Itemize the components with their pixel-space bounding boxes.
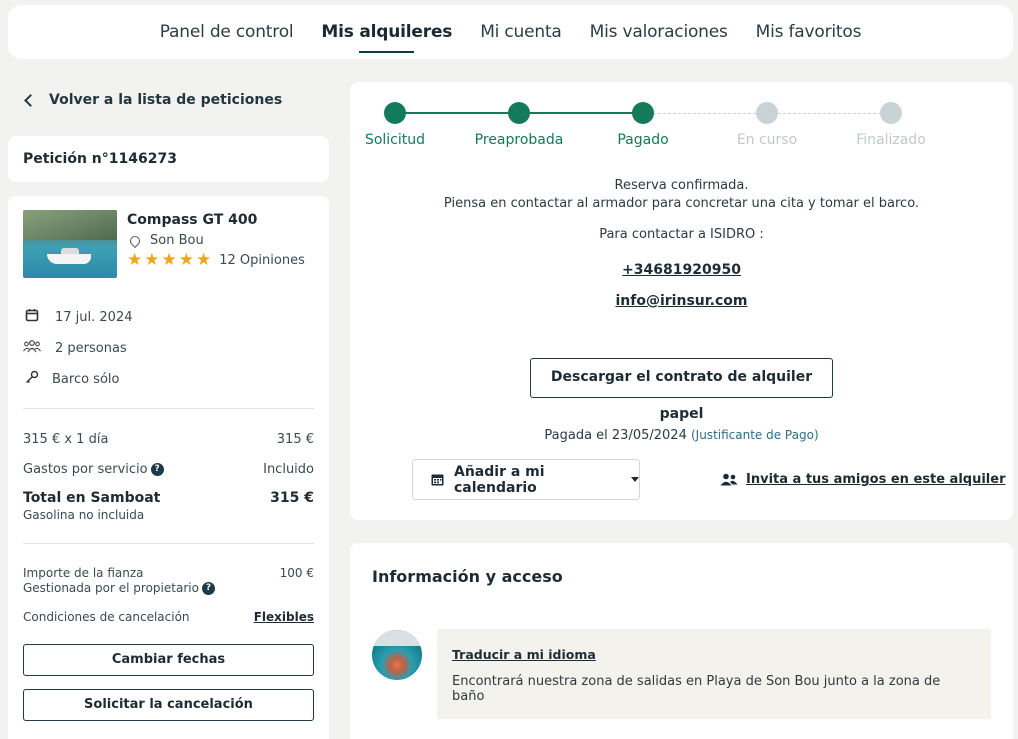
- service-fee-label: Gastos por servicio: [23, 462, 148, 477]
- booking-status-card: Solicitud Preaprobada Pagado En curso Fi…: [350, 82, 1013, 520]
- calendar-icon: [23, 308, 41, 326]
- step-solicitud-label: Solicitud: [364, 132, 426, 148]
- total-line: Total en Samboat 315 €: [23, 490, 314, 506]
- tab-panel-de-control[interactable]: Panel de control: [160, 18, 294, 46]
- step-en-curso-label: En curso: [736, 132, 798, 148]
- reviews-count[interactable]: 12 Opiniones: [219, 253, 305, 268]
- people-icon: [23, 339, 41, 357]
- request-cancellation-button[interactable]: Solicitar la cancelación: [23, 689, 314, 721]
- star-icon: ★: [196, 250, 212, 270]
- deposit-value: 100 €: [279, 566, 314, 580]
- owner-email-link[interactable]: info@irinsur.com: [616, 293, 748, 309]
- contact-hint: Piensa en contactar al armador para conc…: [443, 196, 920, 211]
- booking-people: 2 personas: [23, 339, 314, 357]
- request-number: Petición n°1146273: [23, 151, 177, 167]
- help-icon[interactable]: ?: [201, 582, 215, 595]
- change-dates-button[interactable]: Cambiar fechas: [23, 644, 314, 676]
- star-icon: ★: [127, 250, 143, 270]
- step-pagado-label: Pagado: [617, 132, 669, 148]
- contact-owner-label: Para contactar a ISIDRO :: [599, 227, 764, 242]
- location-pin-icon: [127, 233, 143, 248]
- boat-location-text: Son Bou: [150, 233, 204, 248]
- total-value: 315 €: [270, 490, 314, 506]
- deposit-sub: Gestionada por el propietario: [23, 581, 199, 595]
- top-nav: Panel de control Mis alquileres Mi cuent…: [8, 5, 1013, 59]
- add-to-calendar-label: Añadir a mi calendario: [454, 463, 545, 496]
- star-icon: ★: [144, 250, 160, 270]
- cancellation-conditions: Condiciones de cancelación Flexibles: [23, 610, 314, 624]
- payment-info: Pagada el 23/05/2024 (Justificante de Pa…: [350, 428, 1013, 443]
- cancellation-label: Condiciones de cancelación: [23, 610, 190, 624]
- step-finalizado-label: Finalizado: [856, 132, 926, 148]
- translate-link[interactable]: Traducir a mi idioma: [452, 647, 976, 662]
- users-icon: [720, 473, 738, 486]
- step-preaprobada-label: Preaprobada: [474, 132, 564, 148]
- tab-mis-favoritos[interactable]: Mis favoritos: [756, 18, 862, 46]
- owner-phone-link[interactable]: +34681920950: [622, 262, 741, 278]
- paid-date: Pagada el 23/05/2024: [544, 428, 687, 443]
- fuel-note: Gasolina no incluida: [23, 508, 145, 522]
- request-number-card: Petición n°1146273: [8, 136, 329, 182]
- service-fee-line: Gastos por servicio? Incluido: [23, 462, 314, 477]
- boat-location: Son Bou: [127, 233, 305, 248]
- tab-mis-alquileres[interactable]: Mis alquileres: [321, 18, 452, 53]
- service-fee-value: Incluido: [263, 462, 314, 477]
- info-access-title: Información y acceso: [372, 567, 563, 586]
- booking-mode: Barco sólo: [23, 370, 314, 388]
- back-link-label: Volver a la lista de peticiones: [49, 92, 283, 108]
- price-line-value: 315 €: [276, 432, 314, 447]
- star-icon: ★: [178, 250, 194, 270]
- step-pagado-dot: [632, 102, 654, 124]
- tab-mi-cuenta[interactable]: Mi cuenta: [480, 18, 562, 46]
- boat-photo[interactable]: [23, 210, 117, 278]
- tab-mis-valoraciones[interactable]: Mis valoraciones: [590, 18, 728, 46]
- step-en-curso-dot: [756, 102, 778, 124]
- caret-down-icon: [631, 477, 639, 482]
- download-contract-button[interactable]: Descargar el contrato de alquiler papel: [530, 358, 833, 422]
- boat-summary: Compass GT 400 Son Bou ★ ★ ★ ★ ★ 12 Opin…: [23, 210, 314, 278]
- booking-summary-card: Compass GT 400 Son Bou ★ ★ ★ ★ ★ 12 Opin…: [8, 196, 329, 739]
- owner-avatar: [372, 630, 422, 680]
- step-solicitud-dot: [384, 102, 406, 124]
- step-finalizado-dot: [880, 102, 902, 124]
- deposit-line: Importe de la fianza Gestionada por el p…: [23, 566, 314, 596]
- invite-friends-label: Invita a tus amigos en este alquiler: [746, 472, 1006, 487]
- key-icon: [23, 370, 41, 388]
- booking-date-text: 17 jul. 2024: [55, 309, 133, 325]
- boat-rating: ★ ★ ★ ★ ★ 12 Opiniones: [127, 252, 305, 269]
- step-preaprobada-dot: [508, 102, 530, 124]
- boat-name[interactable]: Compass GT 400: [127, 212, 305, 228]
- invite-friends-link[interactable]: Invita a tus amigos en este alquiler: [720, 472, 1005, 487]
- add-to-calendar-button[interactable]: Añadir a mi calendario: [412, 459, 640, 500]
- receipt-link[interactable]: (Justificante de Pago): [691, 428, 819, 442]
- booking-mode-text: Barco sólo: [52, 371, 120, 387]
- price-line: 315 € x 1 día 315 €: [23, 432, 314, 447]
- star-icon: ★: [161, 250, 177, 270]
- owner-message-text: Encontrará nuestra zona de salidas en Pl…: [452, 674, 941, 704]
- booking-date: 17 jul. 2024: [23, 308, 314, 326]
- confirmation-text: Reserva confirmada.: [614, 178, 749, 193]
- owner-message: Traducir a mi idioma Encontrará nuestra …: [437, 629, 991, 719]
- cancellation-policy-link[interactable]: Flexibles: [254, 610, 314, 624]
- total-label: Total en Samboat: [23, 490, 161, 506]
- back-link[interactable]: Volver a la lista de peticiones: [22, 92, 282, 108]
- help-icon[interactable]: ?: [150, 463, 164, 476]
- price-line-label: 315 € x 1 día: [23, 432, 109, 447]
- chevron-left-icon: [24, 93, 37, 107]
- calendar-icon: [431, 473, 444, 486]
- deposit-label: Importe de la fianza: [23, 566, 144, 580]
- booking-people-text: 2 personas: [55, 340, 127, 356]
- info-access-card: Información y acceso Traducir a mi idiom…: [350, 543, 1013, 739]
- progress-steps: Solicitud Preaprobada Pagado En curso Fi…: [365, 102, 994, 152]
